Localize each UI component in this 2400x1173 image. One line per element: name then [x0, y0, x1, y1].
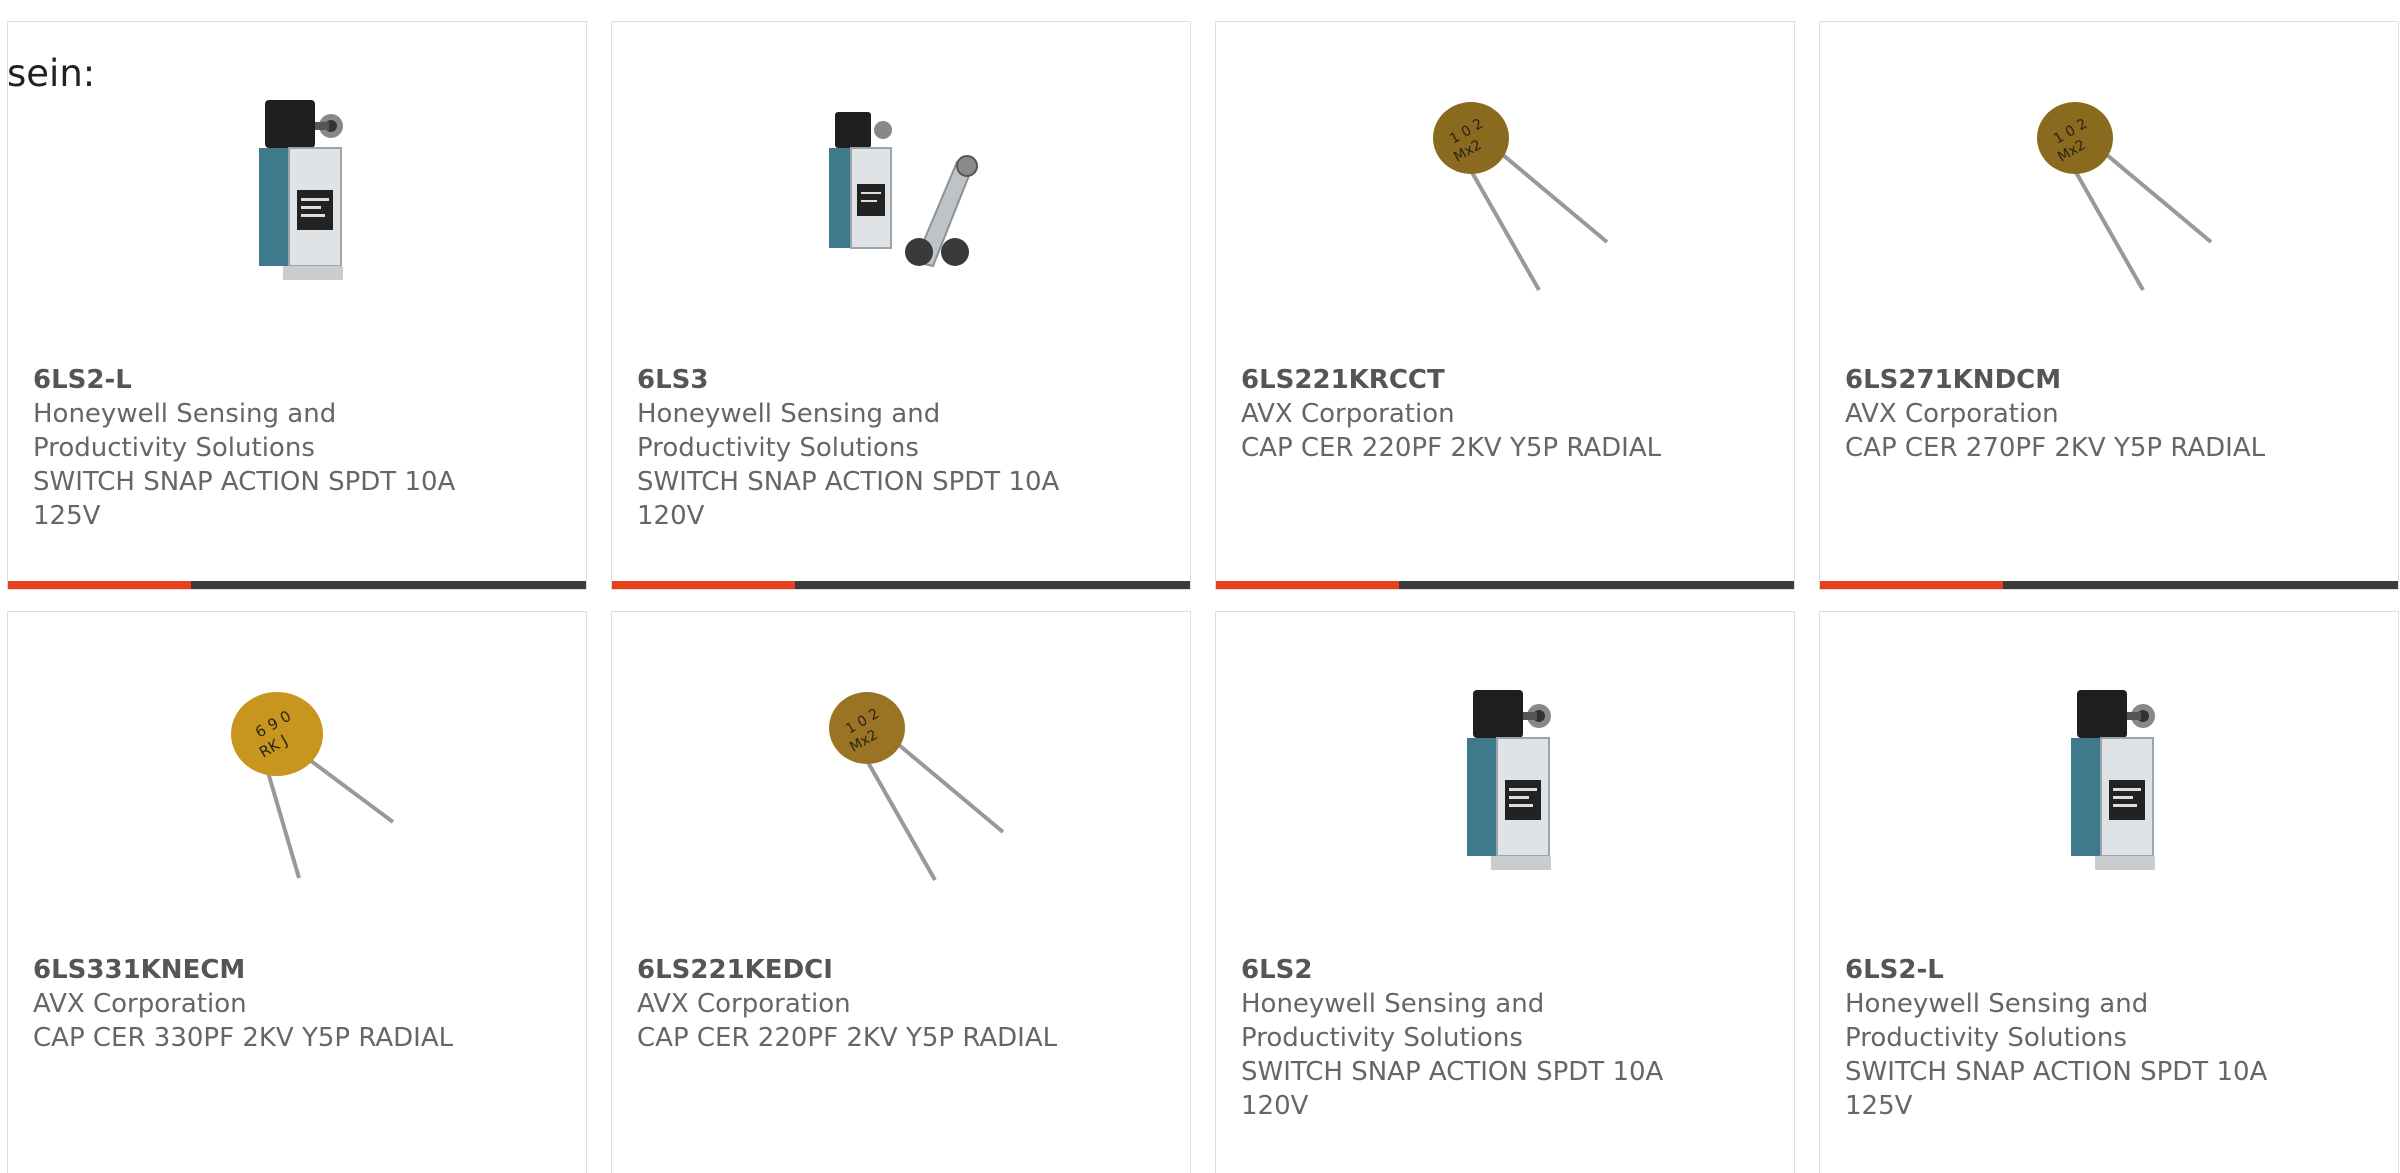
- part-number-link[interactable]: 6LS2-L: [1845, 953, 2285, 987]
- manufacturer: AVX Corporation: [1241, 399, 1455, 429]
- manufacturer: AVX Corporation: [33, 989, 247, 1019]
- part-number-link[interactable]: 6LS3: [637, 363, 1077, 397]
- ceramic-capacitor-image: 6 9 0 RK J: [231, 692, 395, 879]
- product-card[interactable]: 1 0 2 Mx2 6LS221KRCCT AVX Corporation CA…: [1215, 21, 1795, 590]
- product-card[interactable]: 6LS2 Honeywell Sensing and Productivity …: [1215, 611, 1795, 1173]
- card-text: 6LS3 Honeywell Sensing and Productivity …: [637, 363, 1077, 533]
- ceramic-capacitor-image: 1 0 2 Mx2: [829, 692, 1005, 881]
- limit-switch-roller-image: [829, 112, 978, 268]
- description: CAP CER 270PF 2KV Y5P RADIAL: [1845, 433, 2266, 463]
- description: SWITCH SNAP ACTION SPDT 10A 125V: [1845, 1057, 2268, 1121]
- product-grid-page: sein: 6LS2-L Honeywell Sensing and Produ…: [0, 0, 2400, 1173]
- part-number-link[interactable]: 6LS221KEDCI: [637, 953, 1077, 987]
- manufacturer: Honeywell Sensing and Productivity Solut…: [637, 399, 941, 463]
- product-card[interactable]: 6LS2-L Honeywell Sensing and Productivit…: [7, 21, 587, 590]
- product-grid: 6LS2-L Honeywell Sensing and Productivit…: [7, 21, 2399, 1173]
- limit-switch-image: [2071, 690, 2155, 870]
- intro-text: sein:: [7, 52, 96, 95]
- card-bar: [1820, 581, 2398, 589]
- part-number-link[interactable]: 6LS2: [1241, 953, 1681, 987]
- ceramic-capacitor-image: 1 0 2 Mx2: [2037, 102, 2213, 291]
- limit-switch-image: [259, 100, 343, 280]
- part-number-link[interactable]: 6LS271KNDCM: [1845, 363, 2285, 397]
- part-number-link[interactable]: 6LS2-L: [33, 363, 473, 397]
- card-bar-accent: [8, 581, 191, 589]
- card-text: 6LS2-L Honeywell Sensing and Productivit…: [33, 363, 473, 533]
- card-bar: [612, 581, 1190, 589]
- card-bar: [8, 581, 586, 589]
- card-text: 6LS221KEDCI AVX Corporation CAP CER 220P…: [637, 953, 1077, 1055]
- card-bar-accent: [612, 581, 795, 589]
- description: CAP CER 220PF 2KV Y5P RADIAL: [1241, 433, 1662, 463]
- product-card[interactable]: 6LS3 Honeywell Sensing and Productivity …: [611, 21, 1191, 590]
- description: SWITCH SNAP ACTION SPDT 10A 120V: [637, 467, 1060, 531]
- description: SWITCH SNAP ACTION SPDT 10A 120V: [1241, 1057, 1664, 1121]
- manufacturer: AVX Corporation: [1845, 399, 2059, 429]
- card-bar-accent: [1820, 581, 2003, 589]
- product-card[interactable]: 1 0 2 Mx2 6LS221KEDCI AVX Corporation CA…: [611, 611, 1191, 1173]
- part-number-link[interactable]: 6LS221KRCCT: [1241, 363, 1681, 397]
- card-text: 6LS221KRCCT AVX Corporation CAP CER 220P…: [1241, 363, 1681, 465]
- description: CAP CER 220PF 2KV Y5P RADIAL: [637, 1023, 1058, 1053]
- card-bar-accent: [1216, 581, 1399, 589]
- manufacturer: Honeywell Sensing and Productivity Solut…: [1845, 989, 2149, 1053]
- manufacturer: AVX Corporation: [637, 989, 851, 1019]
- description: CAP CER 330PF 2KV Y5P RADIAL: [33, 1023, 454, 1053]
- part-number-link[interactable]: 6LS331KNECM: [33, 953, 473, 987]
- limit-switch-image: [1467, 690, 1551, 870]
- product-card[interactable]: 1 0 2 Mx2 6LS271KNDCM AVX Corporation CA…: [1819, 21, 2399, 590]
- product-card[interactable]: 6 9 0 RK J 6LS331KNECM AVX Corporation C…: [7, 611, 587, 1173]
- description: SWITCH SNAP ACTION SPDT 10A 125V: [33, 467, 456, 531]
- card-text: 6LS271KNDCM AVX Corporation CAP CER 270P…: [1845, 363, 2285, 465]
- manufacturer: Honeywell Sensing and Productivity Solut…: [1241, 989, 1545, 1053]
- card-text: 6LS331KNECM AVX Corporation CAP CER 330P…: [33, 953, 473, 1055]
- card-text: 6LS2 Honeywell Sensing and Productivity …: [1241, 953, 1681, 1123]
- manufacturer: Honeywell Sensing and Productivity Solut…: [33, 399, 337, 463]
- card-text: 6LS2-L Honeywell Sensing and Productivit…: [1845, 953, 2285, 1123]
- card-bar: [1216, 581, 1794, 589]
- ceramic-capacitor-image: 1 0 2 Mx2: [1433, 102, 1609, 291]
- product-card[interactable]: 6LS2-L Honeywell Sensing and Productivit…: [1819, 611, 2399, 1173]
